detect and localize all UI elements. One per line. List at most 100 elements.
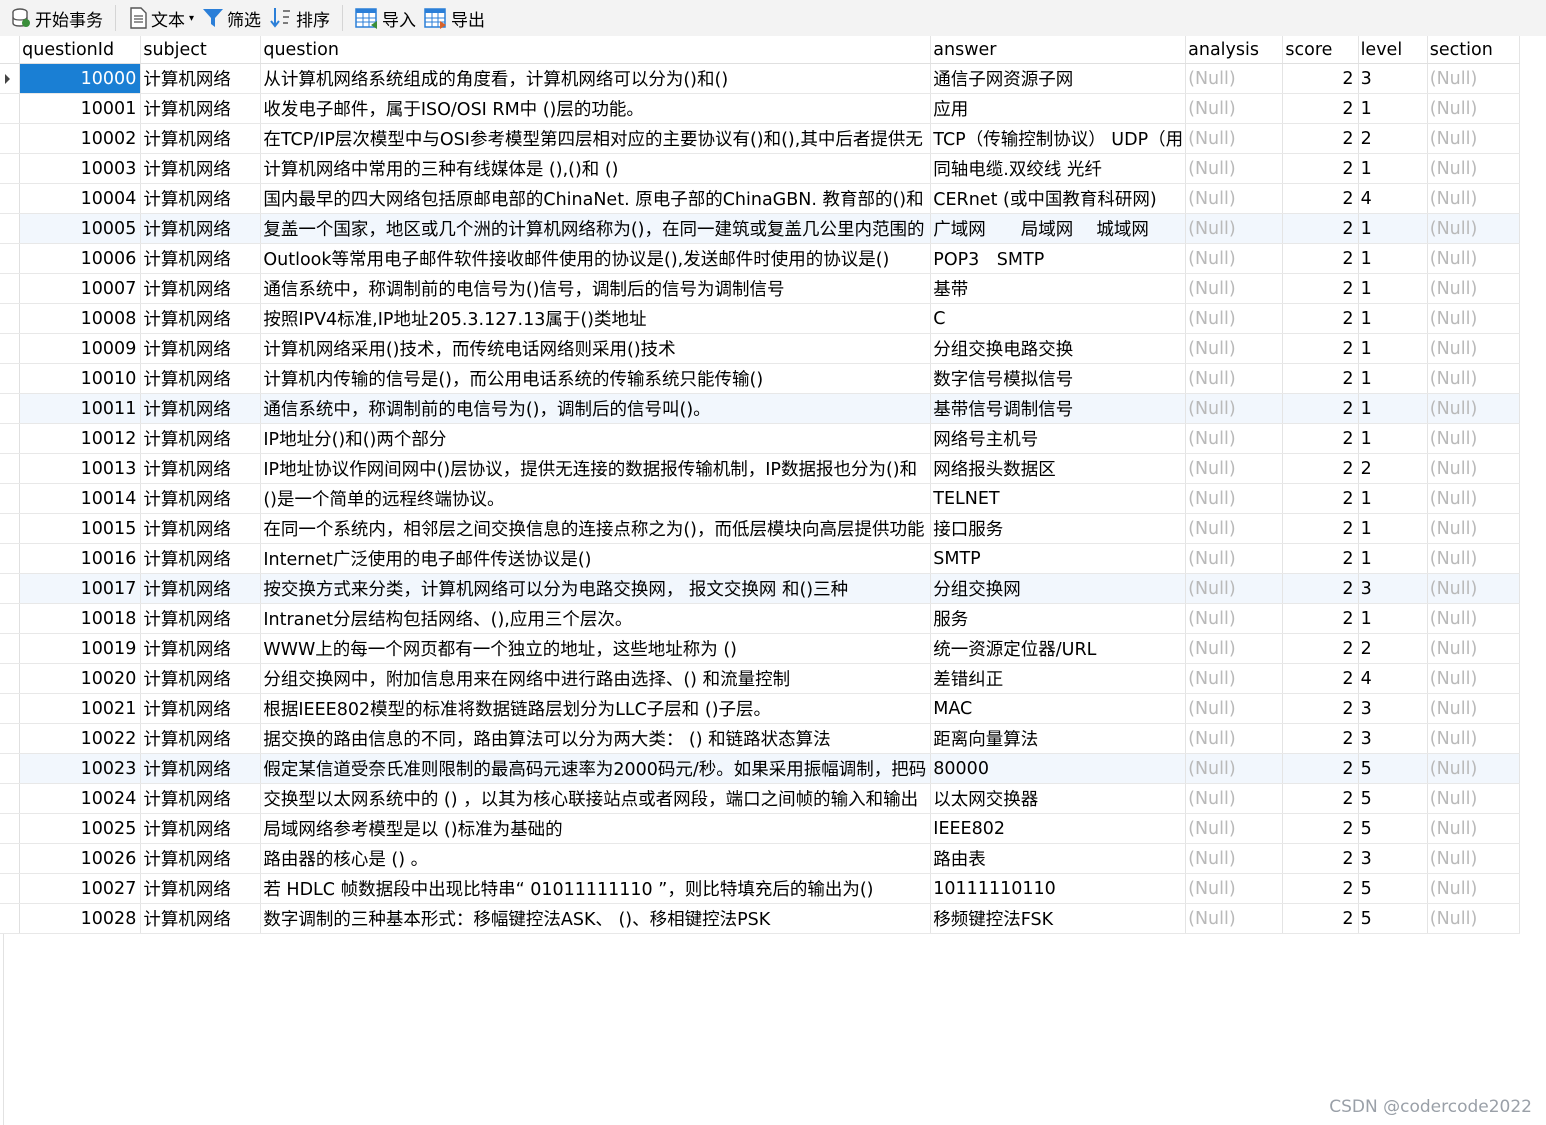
score-cell[interactable]: 2 bbox=[1282, 363, 1359, 394]
level-cell[interactable]: 2 bbox=[1358, 123, 1428, 154]
question-cell[interactable]: 在同一个系统内，相邻层之间交换信息的连接点称之为()，而低层模块向高层提供功能 bbox=[260, 513, 932, 544]
analysis-cell[interactable]: (Null) bbox=[1185, 273, 1284, 304]
table-row[interactable]: 10020 计算机网络 分组交换网中，附加信息用来在网络中进行路由选择、() 和流量… bbox=[0, 663, 1521, 694]
question-id-cell[interactable]: 10005 bbox=[19, 213, 142, 244]
question-cell[interactable]: 按交换方式来分类，计算机网络可以分为电路交换网， 报文交换网 和()三种 bbox=[260, 573, 932, 604]
row-indicator[interactable] bbox=[0, 633, 21, 664]
analysis-cell[interactable]: (Null) bbox=[1185, 483, 1284, 514]
row-indicator[interactable] bbox=[0, 123, 21, 154]
score-cell[interactable]: 2 bbox=[1282, 903, 1359, 934]
row-indicator[interactable] bbox=[0, 243, 21, 274]
analysis-cell[interactable]: (Null) bbox=[1185, 723, 1284, 754]
answer-cell[interactable]: TELNET bbox=[930, 483, 1187, 514]
export-button[interactable]: 导出 bbox=[420, 3, 489, 33]
question-id-cell[interactable]: 10006 bbox=[19, 243, 142, 274]
answer-cell[interactable]: 应用 bbox=[930, 93, 1187, 124]
answer-cell[interactable]: 基带信号调制信号 bbox=[930, 393, 1187, 424]
score-cell[interactable]: 2 bbox=[1282, 453, 1359, 484]
section-cell[interactable]: (Null) bbox=[1427, 453, 1521, 484]
section-cell[interactable]: (Null) bbox=[1427, 303, 1521, 334]
subject-cell[interactable]: 计算机网络 bbox=[140, 873, 262, 904]
answer-cell[interactable]: 分组交换电路交换 bbox=[930, 333, 1187, 364]
subject-cell[interactable]: 计算机网络 bbox=[140, 903, 262, 934]
column-header-score[interactable]: score bbox=[1282, 36, 1359, 64]
subject-cell[interactable]: 计算机网络 bbox=[140, 243, 262, 274]
subject-cell[interactable]: 计算机网络 bbox=[140, 93, 262, 124]
level-cell[interactable]: 4 bbox=[1358, 183, 1428, 214]
row-indicator[interactable] bbox=[0, 333, 21, 364]
question-id-cell[interactable]: 10008 bbox=[19, 303, 142, 334]
section-cell[interactable]: (Null) bbox=[1427, 573, 1521, 604]
analysis-cell[interactable]: (Null) bbox=[1185, 153, 1284, 184]
question-id-cell[interactable]: 10025 bbox=[19, 813, 142, 844]
score-cell[interactable]: 2 bbox=[1282, 153, 1359, 184]
analysis-cell[interactable]: (Null) bbox=[1185, 603, 1284, 634]
question-id-cell[interactable]: 10013 bbox=[19, 453, 142, 484]
question-cell[interactable]: 计算机网络采用()技术，而传统电话网络则采用()技术 bbox=[260, 333, 932, 364]
row-indicator[interactable] bbox=[0, 873, 21, 904]
level-cell[interactable]: 5 bbox=[1358, 903, 1428, 934]
row-indicator[interactable] bbox=[0, 723, 21, 754]
question-cell[interactable]: 复盖一个国家，地区或几个洲的计算机网络称为()，在同一建筑或复盖几公里内范围的 bbox=[260, 213, 932, 244]
table-row[interactable]: 10011 计算机网络 通信系统中，称调制前的电信号为()，调制后的信号叫()。 基带… bbox=[0, 393, 1521, 424]
answer-cell[interactable]: 同轴电缆.双绞线 光纤 bbox=[930, 153, 1187, 184]
question-cell[interactable]: 通信系统中，称调制前的电信号为()信号，调制后的信号为调制信号 bbox=[260, 273, 932, 304]
row-indicator[interactable] bbox=[0, 573, 21, 604]
question-id-cell[interactable]: 10001 bbox=[19, 93, 142, 124]
subject-cell[interactable]: 计算机网络 bbox=[140, 513, 262, 544]
subject-cell[interactable]: 计算机网络 bbox=[140, 333, 262, 364]
subject-cell[interactable]: 计算机网络 bbox=[140, 273, 262, 304]
question-id-cell[interactable]: 10015 bbox=[19, 513, 142, 544]
answer-cell[interactable]: 通信子网资源子网 bbox=[930, 63, 1187, 94]
score-cell[interactable]: 2 bbox=[1282, 843, 1359, 874]
question-cell[interactable]: 若 HDLC 帧数据段中出现比特串“ 01011111110 ”，则比特填充后的… bbox=[260, 873, 932, 904]
answer-cell[interactable]: 距离向量算法 bbox=[930, 723, 1187, 754]
question-cell[interactable]: Intranet分层结构包括网络、(),应用三个层次。 bbox=[260, 603, 932, 634]
score-cell[interactable]: 2 bbox=[1282, 123, 1359, 154]
question-cell[interactable]: 交换型以太网系统中的 () ，以其为核心联接站点或者网段，端口之间帧的输入和输出 bbox=[260, 783, 932, 814]
row-indicator[interactable] bbox=[0, 903, 21, 934]
subject-cell[interactable]: 计算机网络 bbox=[140, 183, 262, 214]
subject-cell[interactable]: 计算机网络 bbox=[140, 573, 262, 604]
table-row[interactable]: 10026 计算机网络 路由器的核心是 () 。 路由表 (Null) 2 3 (Null) bbox=[0, 843, 1521, 874]
section-cell[interactable]: (Null) bbox=[1427, 693, 1521, 724]
row-indicator[interactable] bbox=[0, 183, 21, 214]
section-cell[interactable]: (Null) bbox=[1427, 273, 1521, 304]
section-cell[interactable]: (Null) bbox=[1427, 783, 1521, 814]
score-cell[interactable]: 2 bbox=[1282, 213, 1359, 244]
answer-cell[interactable]: 路由表 bbox=[930, 843, 1187, 874]
row-indicator[interactable] bbox=[0, 813, 21, 844]
question-id-cell[interactable]: 10022 bbox=[19, 723, 142, 754]
level-cell[interactable]: 1 bbox=[1358, 393, 1428, 424]
level-cell[interactable]: 5 bbox=[1358, 813, 1428, 844]
table-row[interactable]: 10021 计算机网络 根据IEEE802模型的标准将数据链路层划分为LLC子层和 … bbox=[0, 693, 1521, 724]
question-id-cell[interactable]: 10004 bbox=[19, 183, 142, 214]
table-row[interactable]: 10002 计算机网络 在TCP/IP层次模型中与OSI参考模型第四层相对应的主要协… bbox=[0, 123, 1521, 154]
answer-cell[interactable]: 统一资源定位器/URL bbox=[930, 633, 1187, 664]
row-indicator[interactable] bbox=[0, 303, 21, 334]
question-cell[interactable]: 按照IPV4标准,IP地址205.3.127.13属于()类地址 bbox=[260, 303, 932, 334]
row-indicator[interactable] bbox=[0, 213, 21, 244]
question-cell[interactable]: 分组交换网中，附加信息用来在网络中进行路由选择、() 和流量控制 bbox=[260, 663, 932, 694]
section-cell[interactable]: (Null) bbox=[1427, 243, 1521, 274]
section-cell[interactable]: (Null) bbox=[1427, 483, 1521, 514]
level-cell[interactable]: 5 bbox=[1358, 873, 1428, 904]
answer-cell[interactable]: IEEE802 bbox=[930, 813, 1187, 844]
section-cell[interactable]: (Null) bbox=[1427, 603, 1521, 634]
score-cell[interactable]: 2 bbox=[1282, 783, 1359, 814]
row-indicator[interactable] bbox=[0, 783, 21, 814]
subject-cell[interactable]: 计算机网络 bbox=[140, 123, 262, 154]
question-id-cell[interactable]: 10026 bbox=[19, 843, 142, 874]
score-cell[interactable]: 2 bbox=[1282, 663, 1359, 694]
subject-cell[interactable]: 计算机网络 bbox=[140, 303, 262, 334]
table-row[interactable]: 10006 计算机网络 Outlook等常用电子邮件软件接收邮件使用的协议是(),发… bbox=[0, 243, 1521, 274]
section-cell[interactable]: (Null) bbox=[1427, 183, 1521, 214]
answer-cell[interactable]: 基带 bbox=[930, 273, 1187, 304]
table-row[interactable]: 10013 计算机网络 IP地址协议作网间网中()层协议，提供无连接的数据报传输机… bbox=[0, 453, 1521, 484]
level-cell[interactable]: 4 bbox=[1358, 663, 1428, 694]
row-indicator[interactable] bbox=[0, 483, 21, 514]
question-cell[interactable]: Internet广泛使用的电子邮件传送协议是() bbox=[260, 543, 932, 574]
row-indicator[interactable] bbox=[0, 153, 21, 184]
score-cell[interactable]: 2 bbox=[1282, 513, 1359, 544]
score-cell[interactable]: 2 bbox=[1282, 93, 1359, 124]
